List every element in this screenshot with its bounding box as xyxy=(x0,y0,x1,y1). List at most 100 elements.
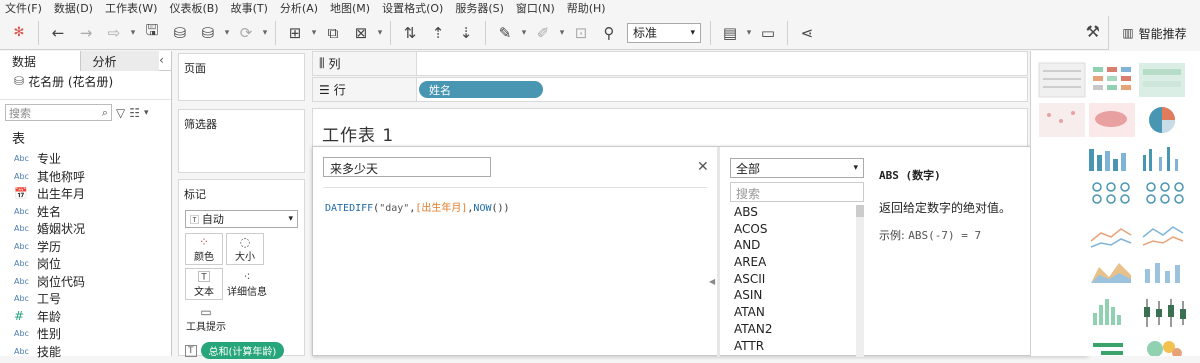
menu-data[interactable]: 数据(D) xyxy=(49,0,100,16)
tab-analysis[interactable]: 分析 xyxy=(79,51,160,71)
redo-icon[interactable]: → xyxy=(75,20,97,46)
rows-field-pill[interactable]: 姓名 xyxy=(419,81,543,98)
function-item[interactable]: ABS xyxy=(730,205,856,222)
function-list-scrollbar[interactable] xyxy=(856,205,864,357)
sheet-title[interactable]: 工作表 1 xyxy=(322,121,394,146)
presentation-icon[interactable]: ▭ xyxy=(757,20,779,46)
sort-descending-icon[interactable]: ⇣ xyxy=(455,20,477,46)
label-icon[interactable]: ⊡ xyxy=(570,20,592,46)
function-item[interactable]: ASCII xyxy=(730,272,856,289)
share-icon[interactable]: ⋖ xyxy=(796,20,818,46)
line-continuous-thumb[interactable] xyxy=(1090,228,1132,248)
field-item[interactable]: Abc 工号 xyxy=(0,290,171,308)
size-button[interactable]: ◌ 大小 xyxy=(226,233,264,265)
chevron-down-icon[interactable]: ▾ xyxy=(223,20,231,46)
duplicate-icon[interactable]: ⧉ xyxy=(322,20,344,46)
chevron-down-icon[interactable]: ▾ xyxy=(310,20,318,46)
chevron-down-icon[interactable]: ▾ xyxy=(745,20,753,46)
function-item[interactable]: ATAN2 xyxy=(730,322,856,339)
side-by-side-circle-thumb[interactable] xyxy=(1146,182,1184,204)
menu-help[interactable]: 帮助(H) xyxy=(562,0,613,16)
pages-card[interactable]: 页面 xyxy=(178,53,305,101)
refresh-icon[interactable]: ⟳ xyxy=(235,20,257,46)
view-list-icon[interactable]: ☷ xyxy=(129,106,140,120)
function-item[interactable]: ATAN xyxy=(730,305,856,322)
field-search-input[interactable]: 搜索 ⌕ xyxy=(5,104,112,121)
datasource-item[interactable]: ⛁ 花名册 (花名册) xyxy=(0,71,171,91)
function-item[interactable]: ACOS xyxy=(730,222,856,239)
menu-dashboard[interactable]: 仪表板(B) xyxy=(164,0,225,16)
field-item[interactable]: Abc 技能 xyxy=(0,343,171,361)
side-by-side-bar-thumb[interactable] xyxy=(1143,147,1178,171)
filters-card[interactable]: 筛选器 xyxy=(178,109,305,173)
chevron-down-icon[interactable]: ▾ xyxy=(520,20,528,46)
function-item[interactable]: AND xyxy=(730,238,856,255)
field-item[interactable]: Abc 性别 xyxy=(0,325,171,343)
chevron-down-icon[interactable]: ▾ xyxy=(558,20,566,46)
chevron-down-icon[interactable]: ▾ xyxy=(144,108,149,118)
field-item[interactable]: 📅 出生年月 xyxy=(0,185,171,203)
sort-ascending-icon[interactable]: ⇡ xyxy=(427,20,449,46)
histogram-thumb[interactable] xyxy=(1093,299,1121,325)
new-datasource-icon[interactable]: ⛁ xyxy=(169,20,191,46)
pin-icon[interactable]: ⚲ xyxy=(598,20,620,46)
tooltip-button[interactable]: ▭ 工具提示 xyxy=(185,303,227,335)
function-item[interactable]: ASIN xyxy=(730,288,856,305)
filled-map-thumb[interactable] xyxy=(1089,103,1135,137)
symbol-map-thumb[interactable] xyxy=(1039,103,1085,137)
menu-server[interactable]: 服务器(S) xyxy=(450,0,511,16)
save-icon[interactable]: 🖫 xyxy=(141,20,163,46)
clear-sheet-icon[interactable]: ⊠ xyxy=(350,20,372,46)
highlight-table-thumb[interactable] xyxy=(1139,63,1185,97)
marks-field-pill[interactable]: 总和(计算年龄) xyxy=(200,342,285,359)
new-worksheet-icon[interactable]: ⊞ xyxy=(284,20,306,46)
collapse-icon[interactable]: ‹ xyxy=(159,51,171,70)
mark-type-select[interactable]: 🅃 自动 ▾ xyxy=(185,210,298,228)
chevron-down-icon[interactable]: ▾ xyxy=(261,20,269,46)
area-discrete-thumb[interactable] xyxy=(1145,263,1180,283)
gantt-thumb[interactable] xyxy=(1093,343,1123,355)
calc-name-input[interactable]: 来多少天 xyxy=(323,157,491,177)
text-table-thumb[interactable] xyxy=(1038,62,1086,98)
scrollbar-thumb[interactable] xyxy=(856,205,864,217)
heat-map-thumb[interactable] xyxy=(1089,63,1135,97)
area-continuous-thumb[interactable] xyxy=(1091,263,1131,283)
function-search-input[interactable]: 搜索 xyxy=(730,182,864,202)
menu-map[interactable]: 地图(M) xyxy=(325,0,377,16)
rows-shelf[interactable]: ☰ 行 姓名 xyxy=(312,77,1028,102)
highlight-icon[interactable]: ✎ xyxy=(494,20,516,46)
chevron-down-icon[interactable]: ▾ xyxy=(376,20,384,46)
field-item[interactable]: Abc 姓名 xyxy=(0,203,171,221)
field-item[interactable]: Abc 其他称呼 xyxy=(0,168,171,186)
pie-chart-thumb[interactable] xyxy=(1149,107,1175,133)
chevron-down-icon[interactable]: ▾ xyxy=(129,20,137,46)
field-item[interactable]: Abc 婚姻状况 xyxy=(0,220,171,238)
filter-icon[interactable]: ▽ xyxy=(116,106,125,120)
tableau-logo-icon[interactable]: ✻ xyxy=(8,20,30,46)
function-item[interactable]: AREA xyxy=(730,255,856,272)
menu-window[interactable]: 窗口(N) xyxy=(511,0,562,16)
box-plot-thumb[interactable] xyxy=(1144,299,1186,327)
field-item[interactable]: Abc 岗位代码 xyxy=(0,273,171,291)
formula-editor[interactable]: DATEDIFF("day",[出生年月],NOW()) xyxy=(325,199,510,214)
color-button[interactable]: ⁘ 颜色 xyxy=(185,233,223,265)
fit-select[interactable]: 标准 ▾ xyxy=(627,22,701,43)
function-item[interactable]: ATTR xyxy=(730,339,856,356)
replace-data-icon[interactable]: ⇨ xyxy=(103,20,125,46)
group-icon[interactable]: ✐ xyxy=(532,20,554,46)
menu-file[interactable]: 文件(F) xyxy=(0,0,49,16)
format-painter-icon[interactable]: ⚒ xyxy=(1086,22,1100,41)
field-item[interactable]: Abc 学历 xyxy=(0,238,171,256)
packed-bubbles-thumb[interactable] xyxy=(1147,341,1182,358)
smart-recommend-button[interactable]: ▥ 智能推荐 xyxy=(1108,16,1200,50)
pause-update-icon[interactable]: ⛁ xyxy=(197,20,219,46)
menu-analysis[interactable]: 分析(A) xyxy=(275,0,325,16)
field-item[interactable]: # 年龄 xyxy=(0,308,171,326)
collapse-arrow-icon[interactable]: ◀ xyxy=(709,277,715,286)
swap-icon[interactable]: ⇅ xyxy=(399,20,421,46)
menu-worksheet[interactable]: 工作表(W) xyxy=(100,0,164,16)
circle-view-thumb[interactable] xyxy=(1092,182,1130,204)
undo-icon[interactable]: ← xyxy=(47,20,69,46)
field-item[interactable]: Abc 专业 xyxy=(0,150,171,168)
show-cards-icon[interactable]: ▤ xyxy=(719,20,741,46)
